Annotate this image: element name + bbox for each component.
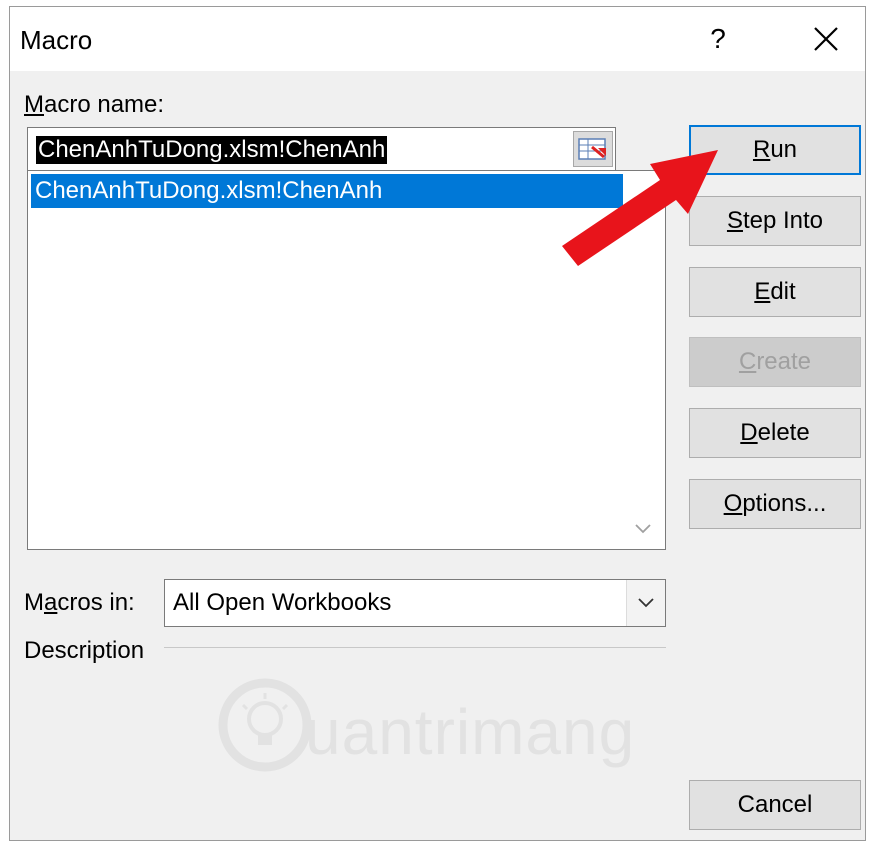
close-button[interactable] — [798, 17, 854, 61]
list-item[interactable]: ChenAnhTuDong.xlsm!ChenAnh — [31, 174, 623, 208]
lightbulb-logo-icon — [218, 678, 312, 772]
macro-name-input[interactable]: ChenAnhTuDong.xlsm!ChenAnh — [27, 127, 616, 171]
window-title: Macro — [20, 25, 93, 55]
macro-dialog: Macro ? Macro name: ChenAnhTuDong.xlsm!C… — [9, 6, 866, 841]
description-label: Description — [24, 637, 145, 664]
delete-button[interactable]: Delete — [689, 408, 861, 458]
create-button: Create — [689, 337, 861, 387]
title-bar: Macro ? — [10, 7, 865, 71]
macro-name-value: ChenAnhTuDong.xlsm!ChenAnh — [36, 136, 388, 164]
watermark: uantrimang — [215, 675, 745, 785]
watermark-text: uantrimang — [305, 696, 636, 768]
chevron-down-icon — [638, 598, 654, 608]
chevron-down-icon — [635, 524, 651, 534]
options-button[interactable]: Options... — [689, 479, 861, 529]
red-arrow-icon — [562, 150, 718, 266]
macros-in-select[interactable]: All Open Workbooks — [164, 579, 666, 627]
description-divider — [164, 647, 666, 648]
scroll-down-button[interactable] — [631, 517, 655, 541]
close-icon — [814, 27, 838, 51]
help-button[interactable]: ? — [690, 17, 746, 61]
macros-in-label: Macros in: — [24, 589, 135, 616]
macros-in-dropdown-button[interactable] — [626, 580, 665, 626]
macro-name-label: Macro name: — [24, 91, 165, 118]
cancel-button[interactable]: Cancel — [689, 780, 861, 830]
macros-in-value: All Open Workbooks — [173, 589, 392, 616]
